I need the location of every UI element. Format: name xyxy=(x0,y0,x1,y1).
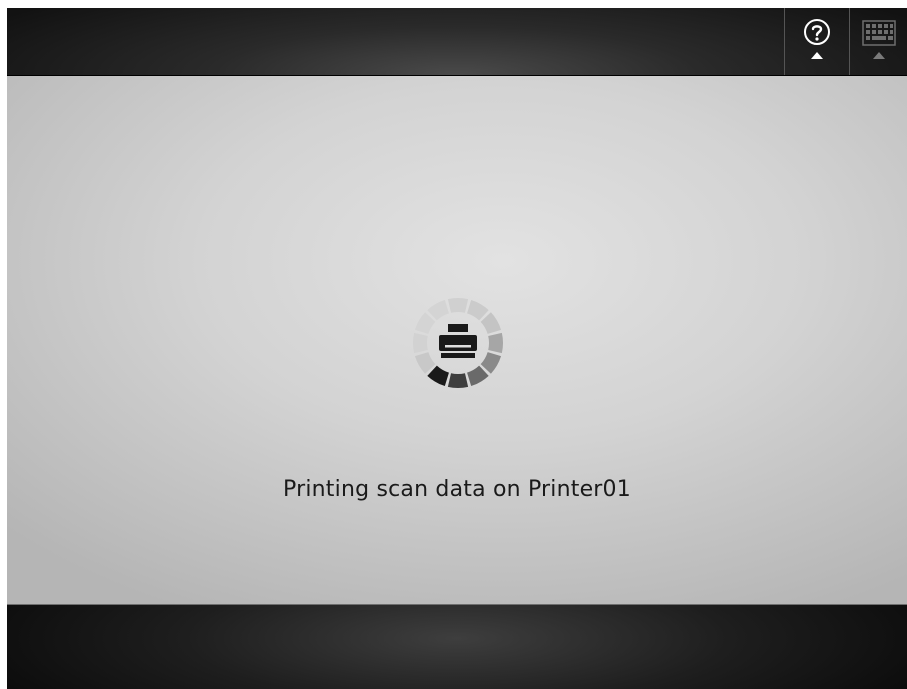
progress-spinner xyxy=(412,297,504,389)
help-button[interactable] xyxy=(784,8,848,75)
printer-icon xyxy=(439,324,477,358)
spinner-segment xyxy=(467,299,489,321)
app-window: Printing scan data on Printer01 xyxy=(7,8,907,689)
help-expand-arrow-icon xyxy=(810,52,823,59)
spinner-segment xyxy=(480,312,502,334)
keyboard-icon xyxy=(861,20,896,46)
main-panel: Printing scan data on Printer01 xyxy=(7,76,907,605)
spinner-segment xyxy=(413,332,428,354)
top-toolbar xyxy=(7,8,907,76)
spinner-segment xyxy=(488,332,503,354)
spinner-segment xyxy=(447,373,469,388)
spinner-segment xyxy=(480,352,502,374)
spinner-segment xyxy=(427,299,449,321)
spinner-graphic xyxy=(413,298,503,388)
spinner-segment xyxy=(447,298,469,313)
bottom-bar xyxy=(7,605,907,689)
keyboard-button[interactable] xyxy=(849,8,907,75)
status-message: Printing scan data on Printer01 xyxy=(283,477,631,502)
spinner-segment xyxy=(427,365,449,387)
spinner-segment xyxy=(414,352,436,374)
keyboard-expand-arrow-icon xyxy=(872,52,885,59)
spinner-segment xyxy=(467,365,489,387)
help-question-icon xyxy=(803,19,830,45)
spinner-segment xyxy=(414,312,436,334)
